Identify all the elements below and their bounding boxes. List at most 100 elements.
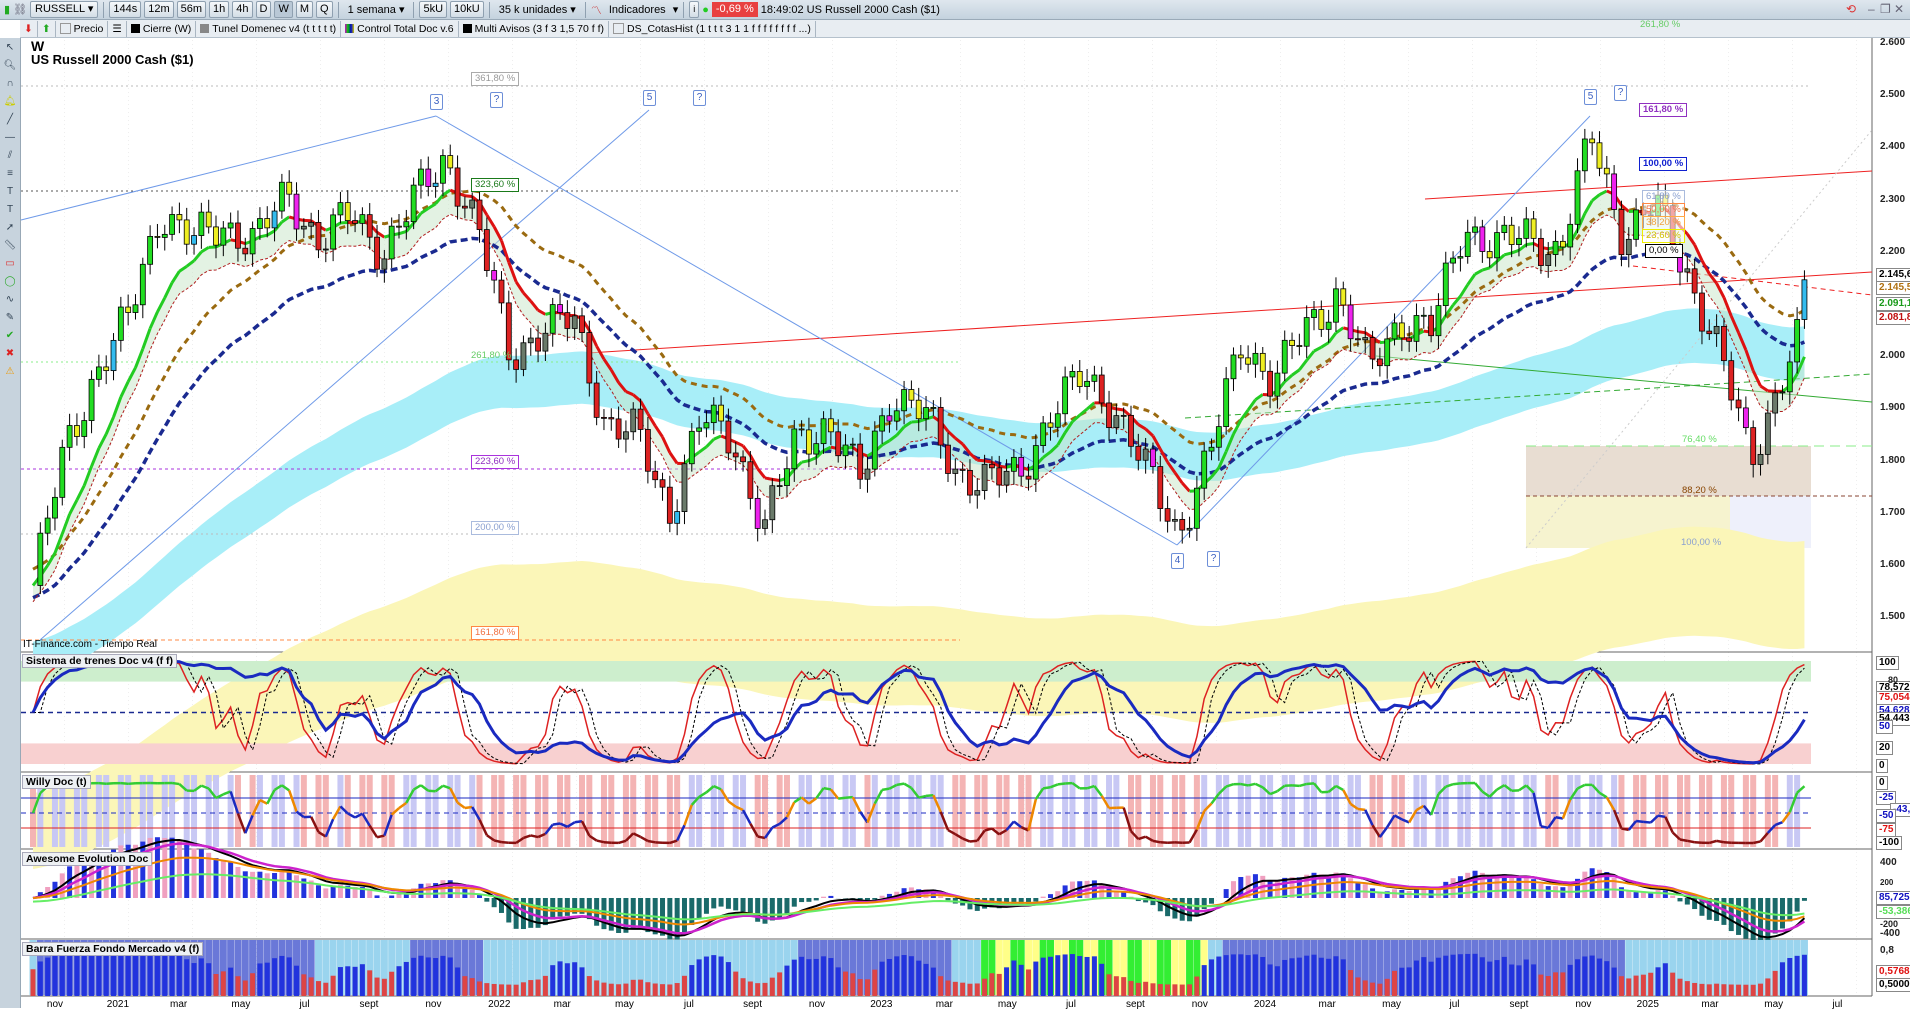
- fib-label[interactable]: 323,60 %: [471, 178, 519, 192]
- wave-label[interactable]: ?: [693, 90, 706, 106]
- barra-bar: [967, 984, 972, 996]
- willy-bg-bar: [1618, 775, 1624, 847]
- barra-bar: [1165, 984, 1170, 996]
- chart-canvas[interactable]: [0, 0, 1910, 1008]
- candle-body: [1582, 139, 1587, 171]
- barra-bar: [360, 964, 365, 996]
- fib-label[interactable]: 100,00 %: [1639, 157, 1687, 171]
- pane-label-barra[interactable]: Barra Fuerza Fondo Mercado v4 (f): [22, 942, 203, 956]
- wave-label[interactable]: ?: [490, 92, 503, 108]
- awesome-bar: [1751, 898, 1756, 944]
- barra-bar: [104, 954, 109, 996]
- candle-body: [272, 211, 277, 228]
- barra-bar: [1063, 954, 1068, 996]
- candle-body: [470, 200, 475, 208]
- willy-bg-bar: [1567, 775, 1573, 847]
- barra-bar: [1751, 985, 1756, 996]
- barra-bar: [514, 985, 519, 996]
- candle-body: [1297, 346, 1302, 347]
- fib-label[interactable]: 161,80 %: [471, 626, 519, 640]
- barra-bar: [1663, 963, 1668, 996]
- candle-body: [353, 221, 358, 224]
- willy-bg-bar: [147, 775, 153, 847]
- barra-bar: [1011, 961, 1016, 996]
- fib-label[interactable]: 261,80 %: [1640, 19, 1680, 30]
- candle-body: [1385, 339, 1390, 366]
- wave-label[interactable]: 3: [430, 94, 443, 110]
- willy-bg-bar: [315, 775, 321, 847]
- barra-bar: [1421, 957, 1426, 996]
- willy-bg-bar: [777, 775, 783, 847]
- willy-bg-bar: [1113, 775, 1119, 847]
- fib-label[interactable]: 361,80 %: [471, 72, 519, 86]
- candle-body: [214, 227, 219, 245]
- barra-bar: [675, 983, 680, 996]
- awesome-bar: [257, 872, 262, 898]
- axis-tick: 0: [1876, 759, 1888, 773]
- barra-bar: [550, 965, 555, 996]
- fib-label[interactable]: 88,20 %: [1682, 485, 1717, 496]
- fib-label[interactable]: 76,40 %: [1682, 434, 1717, 445]
- barra-bar: [1355, 977, 1360, 996]
- fib-label[interactable]: 223,60 %: [471, 455, 519, 469]
- fib-label[interactable]: 23,60 %: [1642, 229, 1685, 243]
- candle-body: [667, 487, 672, 523]
- willy-bg-bar: [403, 775, 409, 847]
- candle-body: [836, 432, 841, 456]
- willy-bg-bar: [1040, 775, 1046, 847]
- fib-label[interactable]: 261,80 %: [471, 350, 511, 361]
- fib-label[interactable]: 38,20 %: [1642, 216, 1685, 230]
- barra-bar: [426, 957, 431, 996]
- fib-label[interactable]: 200,00 %: [471, 521, 519, 535]
- wave-label[interactable]: 5: [1584, 89, 1597, 105]
- barra-bar: [763, 983, 768, 996]
- awesome-bar: [272, 873, 277, 898]
- candle-body: [455, 168, 460, 206]
- candle-body: [1524, 219, 1529, 238]
- fib-label[interactable]: 161,80 %: [1639, 103, 1687, 117]
- awesome-bar: [1033, 898, 1038, 902]
- candle-body: [484, 230, 489, 271]
- wave-label[interactable]: ?: [1207, 551, 1220, 567]
- barra-bar: [902, 955, 907, 996]
- willy-line: [428, 791, 435, 792]
- barra-bar: [1619, 976, 1624, 996]
- awesome-bar: [484, 898, 489, 902]
- wave-label[interactable]: 4: [1171, 553, 1184, 569]
- candle-body: [257, 219, 262, 229]
- pane-label-willy[interactable]: Willy Doc (t): [22, 775, 91, 789]
- willy-bg-bar: [272, 775, 278, 847]
- pane-label-sistema[interactable]: Sistema de trenes Doc v4 (f f): [22, 654, 177, 668]
- axis-tick: 200: [1880, 878, 1893, 888]
- willy-bg-bar: [1267, 775, 1273, 847]
- barra-bar: [741, 978, 746, 996]
- barra-bar: [265, 963, 270, 996]
- barra-bar: [375, 978, 380, 996]
- wave-label[interactable]: 5: [643, 90, 656, 106]
- candle-body: [960, 469, 965, 470]
- barra-bar: [777, 972, 782, 996]
- fib-label[interactable]: 50,00 %: [1642, 203, 1685, 217]
- barra-bar: [806, 959, 811, 996]
- candle-body: [1268, 371, 1273, 396]
- price-tick: 2.500: [1880, 90, 1905, 100]
- time-tick: 2024: [1254, 999, 1276, 1010]
- willy-bg-bar: [886, 775, 892, 847]
- pane-label-awesome[interactable]: Awesome Evolution Doc: [22, 852, 152, 866]
- barra-bar: [206, 963, 211, 996]
- fib-label[interactable]: 61,80 %: [1642, 190, 1685, 204]
- fib-label[interactable]: 0,00 %: [1645, 244, 1683, 258]
- wave-label[interactable]: ?: [1614, 85, 1627, 101]
- candle-body: [1795, 319, 1800, 361]
- candle-body: [250, 228, 255, 253]
- fib-label[interactable]: 100,00 %: [1681, 537, 1721, 548]
- willy-bg-bar: [1553, 775, 1559, 847]
- time-tick: sept: [1510, 999, 1529, 1010]
- candle-body: [528, 338, 533, 343]
- candle-body: [799, 429, 804, 430]
- candle-body: [287, 182, 292, 194]
- willy-line: [1043, 787, 1050, 788]
- willy-bg-bar: [389, 775, 395, 847]
- candle-body: [1077, 371, 1082, 386]
- candle-body: [631, 409, 636, 432]
